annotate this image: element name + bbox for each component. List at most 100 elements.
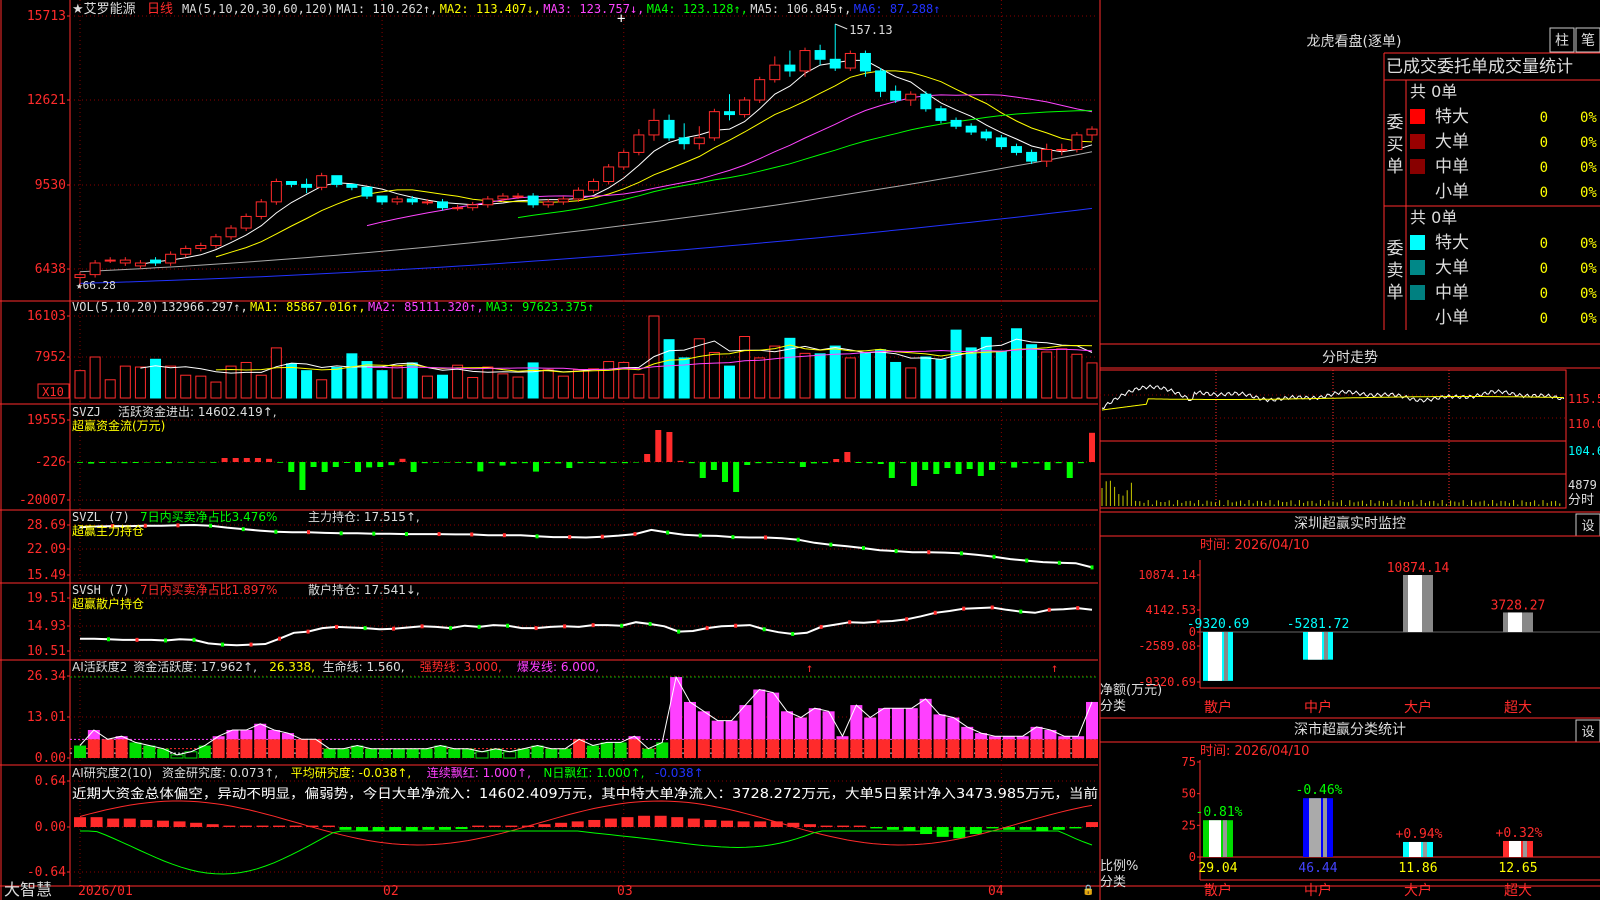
svzl-tick bbox=[274, 529, 278, 534]
vol-header: MA2: 85111.320↑, bbox=[368, 300, 484, 314]
flow-bar bbox=[477, 462, 484, 472]
vol-header: VOL(5,10,20) bbox=[72, 300, 159, 314]
lock-icon[interactable]: 🔒 bbox=[1082, 884, 1094, 896]
volume-bar bbox=[74, 370, 86, 399]
flow-bar bbox=[710, 462, 717, 470]
candle bbox=[270, 178, 282, 205]
activity-bar-base bbox=[670, 739, 683, 758]
flow-bar bbox=[933, 462, 940, 474]
candle-body bbox=[739, 99, 751, 116]
svsh-tick bbox=[990, 605, 994, 610]
szmon-settings-label[interactable]: 设 bbox=[1581, 519, 1594, 534]
activity-bar bbox=[683, 701, 696, 740]
szmon-category: 散户 bbox=[1204, 699, 1232, 716]
research-bar bbox=[820, 825, 833, 827]
volume-bar bbox=[799, 352, 811, 399]
svsh-tick bbox=[135, 637, 139, 642]
flow-bar bbox=[877, 462, 884, 464]
flow-bar bbox=[866, 462, 873, 464]
flow-bar bbox=[644, 454, 651, 462]
volume-bar bbox=[1086, 362, 1098, 399]
activity-bar bbox=[74, 745, 86, 758]
szcls-y-tick: 25 bbox=[1182, 818, 1196, 832]
volume-bar bbox=[859, 351, 871, 399]
flow-bar bbox=[232, 458, 239, 462]
szcls-settings-label[interactable]: 设 bbox=[1581, 725, 1594, 740]
candle-body bbox=[1010, 146, 1022, 153]
volume-bar bbox=[104, 379, 116, 399]
btn-column-label[interactable]: 柱 bbox=[1555, 33, 1569, 49]
research-bar bbox=[422, 827, 435, 830]
research-bar bbox=[405, 827, 418, 831]
ma-value: MA6: 87.288↑ bbox=[854, 2, 941, 16]
volume-bar bbox=[542, 369, 554, 399]
side-label: 委 bbox=[1387, 239, 1404, 259]
svsh-line bbox=[80, 606, 1093, 647]
candle bbox=[663, 114, 675, 141]
candle bbox=[557, 196, 569, 205]
activity-bar-base bbox=[808, 739, 821, 758]
x-axis-label: 2026/01 bbox=[78, 884, 133, 899]
activity-bar bbox=[420, 748, 433, 758]
flow-bar bbox=[1011, 462, 1018, 468]
svzl-sub: 超赢主力持仓 bbox=[72, 523, 144, 538]
research-bar bbox=[886, 827, 899, 830]
flow-bar bbox=[199, 462, 206, 463]
btn-stroke-label[interactable]: 笔 bbox=[1581, 33, 1595, 49]
y-tick: 13.01 bbox=[27, 710, 66, 725]
svsh-tick bbox=[506, 623, 510, 628]
candle-body bbox=[905, 93, 917, 101]
flow-bar bbox=[588, 462, 595, 463]
candle bbox=[739, 97, 751, 118]
activity-bar bbox=[878, 708, 891, 740]
candle bbox=[285, 181, 297, 188]
candle-body bbox=[603, 166, 615, 183]
svsh-tick bbox=[933, 610, 937, 615]
svzl-ratio: 7日内买卖净占比3.476% bbox=[140, 509, 277, 524]
research-bar bbox=[239, 825, 252, 827]
activity-bar-base bbox=[794, 739, 807, 758]
period-label[interactable]: 日线 bbox=[147, 2, 173, 17]
bar-shine bbox=[1409, 841, 1421, 857]
research-bar bbox=[837, 825, 850, 827]
bar-shine bbox=[1508, 612, 1522, 632]
bar-shine bbox=[1509, 840, 1521, 857]
volume-bar bbox=[1056, 348, 1068, 399]
svsh-tick bbox=[848, 620, 852, 625]
szmon-bar bbox=[1203, 632, 1233, 681]
ma-value: MA4: 123.128↑, bbox=[647, 2, 748, 16]
order-percent: 0% bbox=[1580, 135, 1597, 151]
research-bar bbox=[156, 820, 169, 827]
high-marker bbox=[835, 23, 848, 30]
candle bbox=[180, 245, 192, 258]
flow-bar bbox=[777, 462, 784, 463]
research-bar bbox=[936, 827, 949, 837]
activity-bar bbox=[129, 742, 142, 758]
szmon-category: 超大 bbox=[1504, 700, 1532, 716]
flow-bar bbox=[955, 462, 962, 474]
activity-bar-base bbox=[1002, 739, 1015, 758]
candle-body bbox=[240, 215, 252, 229]
volume-bar bbox=[316, 379, 328, 399]
activity-bar-base bbox=[115, 739, 128, 758]
candle bbox=[89, 260, 101, 278]
stock-terminal: 157.13 ★66.28 ★艾罗能源 日线 MA(5,10,20,30,60,120)… bbox=[0, 0, 1600, 900]
szmon-ylabel: 净额(万元) bbox=[1100, 683, 1162, 698]
research-bar bbox=[339, 827, 352, 830]
flow-bar bbox=[343, 462, 350, 463]
research-bar bbox=[588, 819, 601, 827]
svzl-tick bbox=[764, 535, 768, 540]
research-bar bbox=[1052, 827, 1065, 830]
candle-body bbox=[1026, 151, 1038, 162]
y-tick: 10.51 bbox=[27, 644, 66, 659]
activity-bar-base bbox=[87, 739, 100, 758]
szcls-bar bbox=[1403, 841, 1433, 857]
y-tick: 9530 bbox=[35, 178, 66, 193]
volume-bar bbox=[285, 363, 297, 399]
research-bar bbox=[986, 827, 999, 829]
stock-name[interactable]: ★艾罗能源 bbox=[72, 2, 136, 17]
svsh-tick bbox=[819, 624, 823, 629]
color-swatch bbox=[1410, 109, 1425, 124]
candle-body bbox=[437, 201, 449, 209]
color-swatch bbox=[1410, 285, 1425, 300]
